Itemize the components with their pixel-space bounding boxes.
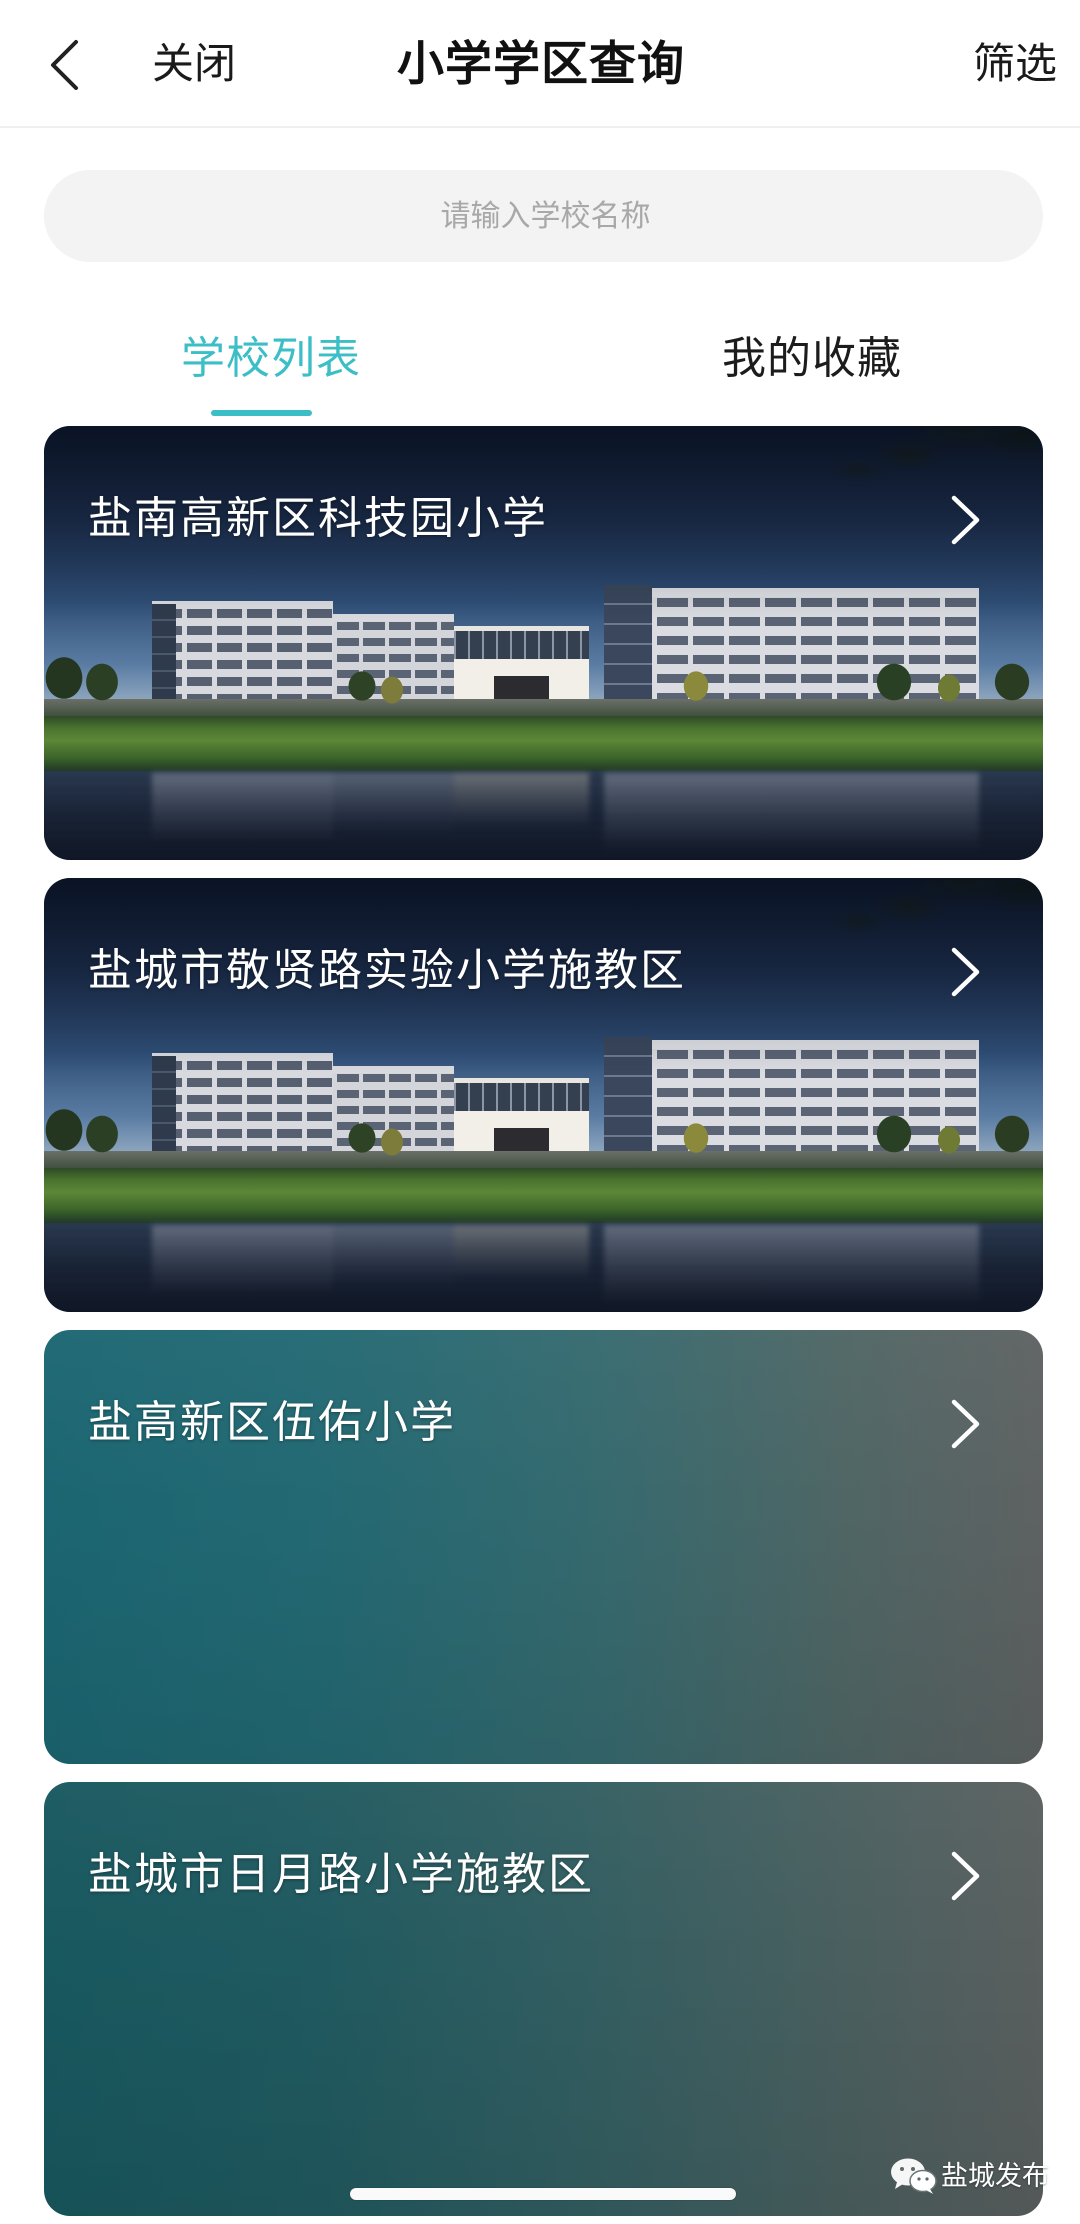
school-name: 盐城市日月路小学施教区 — [88, 1850, 594, 1899]
filter-button[interactable]: 筛选 — [973, 40, 1057, 88]
school-card[interactable]: 盐南高新区科技园小学 — [44, 426, 1043, 860]
school-card[interactable]: 盐高新区伍佑小学 — [44, 1330, 1043, 1764]
home-indicator[interactable] — [350, 2188, 736, 2200]
watermark-label: 盐城发布 — [941, 2161, 1049, 2191]
school-name: 盐城市敬贤路实验小学施教区 — [88, 946, 686, 995]
chevron-right-icon — [951, 1399, 980, 1449]
nav-bar: 关闭 小学学区查询 筛选 — [0, 0, 1080, 128]
chevron-right-icon — [951, 947, 980, 997]
search-bar — [44, 170, 1043, 264]
search-input[interactable] — [84, 170, 1007, 264]
school-card[interactable]: 盐城市敬贤路实验小学施教区 — [44, 878, 1043, 1312]
tab-school-list[interactable]: 学校列表 — [141, 330, 401, 388]
wechat-icon — [891, 2158, 937, 2194]
close-button[interactable]: 关闭 — [152, 40, 236, 88]
school-name: 盐高新区伍佑小学 — [88, 1398, 456, 1447]
tab-my-favorites[interactable]: 我的收藏 — [682, 330, 942, 388]
chevron-right-icon — [951, 1851, 980, 1901]
chevron-left-icon — [51, 40, 78, 90]
school-name: 盐南高新区科技园小学 — [88, 494, 548, 543]
school-card[interactable]: 盐城市日月路小学施教区 — [44, 1782, 1043, 2216]
back-button[interactable] — [40, 34, 88, 96]
tab-active-indicator — [211, 410, 312, 416]
page-title: 小学学区查询 — [397, 37, 685, 90]
chevron-right-icon — [951, 495, 980, 545]
